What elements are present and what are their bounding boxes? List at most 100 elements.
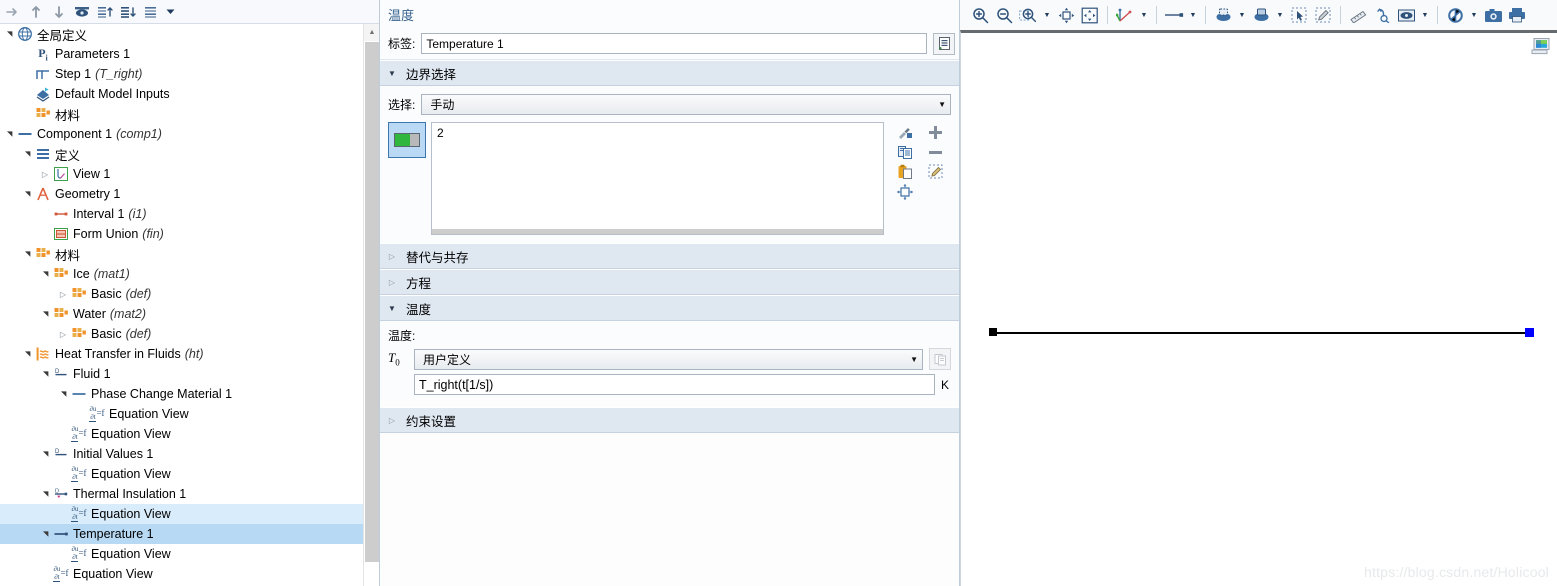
tree-item-equation-view[interactable]: ∂u ∂t=f Equation View (0, 544, 363, 564)
select-all-icon[interactable] (1370, 2, 1394, 28)
measure-icon[interactable] (1346, 2, 1370, 28)
tree-item-equation-view[interactable]: ∂u ∂t=f Equation View (0, 564, 363, 584)
selection-mode-dropdown[interactable]: 手动 ▼ (421, 93, 951, 115)
tree-item-temperature-1[interactable]: Temperature 1 (0, 524, 363, 544)
axis-orientation-dropdown-icon[interactable]: ▼ (1137, 2, 1151, 28)
expand-arrow-icon[interactable] (20, 184, 34, 204)
collapse-selected-icon[interactable] (117, 2, 139, 22)
tree-item-basic[interactable]: Basic(def) (0, 324, 363, 344)
temperature-section-header[interactable]: 温度 (380, 295, 959, 321)
tree-item-材料[interactable]: 材料 (0, 104, 363, 124)
tree-item-ice[interactable]: Ice(mat1) (0, 264, 363, 284)
paste-clipboard-icon[interactable] (889, 162, 920, 182)
zoom-to-selection-icon[interactable] (889, 182, 920, 202)
tree-item-interval-1[interactable]: Interval 1 (i1) (0, 204, 363, 224)
expand-arrow-icon[interactable] (38, 444, 52, 464)
expand-arrow-icon[interactable] (38, 484, 52, 504)
tree-item-geometry-1[interactable]: Geometry 1 (0, 184, 363, 204)
paste-selection-icon[interactable] (889, 122, 920, 142)
refresh-render-dropdown-icon[interactable]: ▼ (1467, 2, 1481, 28)
override-section-header[interactable]: 替代与共存 (380, 243, 959, 269)
list-view-icon[interactable] (140, 2, 162, 22)
expand-arrow-icon[interactable] (20, 244, 34, 264)
constraint-section-header[interactable]: 约束设置 (380, 407, 959, 433)
model-tree-scrollbar[interactable]: ▲ (363, 24, 379, 586)
add-to-selection-icon[interactable] (920, 122, 951, 142)
expand-selected-icon[interactable] (94, 2, 116, 22)
view-visibility-dropdown-icon[interactable]: ▼ (1418, 2, 1432, 28)
temperature-expression-input[interactable]: T_right(t[1/s]) (414, 374, 935, 395)
tree-item-view-1[interactable]: View 1 (0, 164, 363, 184)
zoom-in-icon[interactable] (968, 2, 992, 28)
expand-arrow-icon[interactable] (2, 24, 16, 44)
collapse-all-icon[interactable] (2, 2, 24, 22)
copy-selection-icon[interactable] (889, 142, 920, 162)
refresh-render-icon[interactable] (1443, 2, 1467, 28)
clear-selection-icon[interactable] (920, 162, 951, 182)
expression-editor-icon[interactable] (929, 348, 951, 370)
graphics-window-icon[interactable] (1531, 37, 1551, 55)
geometry-interval-line[interactable] (993, 332, 1529, 334)
tree-item-default-model-inputs[interactable]: Default Model Inputs (0, 84, 363, 104)
transparency-dropdown-icon[interactable]: ▼ (1273, 2, 1287, 28)
label-input[interactable]: Temperature 1 (421, 33, 927, 54)
tree-item-thermal-insulation-1[interactable]: DThermal Insulation 1 (0, 484, 363, 504)
tree-item-equation-view[interactable]: ∂u ∂t=f Equation View (0, 424, 363, 444)
expand-arrow-icon[interactable] (56, 384, 70, 404)
list-view-dropdown-icon[interactable] (163, 2, 177, 22)
transparency-icon[interactable] (1249, 2, 1273, 28)
tree-item-basic[interactable]: Basic(def) (0, 284, 363, 304)
collapse-arrow-icon[interactable] (38, 164, 52, 184)
rename-icon[interactable] (933, 32, 955, 55)
boundary-selection-section-header[interactable]: 边界选择 (380, 60, 959, 86)
scrollbar-thumb[interactable] (365, 42, 379, 562)
collapse-arrow-icon[interactable] (56, 284, 70, 304)
tree-item-water[interactable]: Water(mat2) (0, 304, 363, 324)
tree-item-parameters-1[interactable]: Pi Parameters 1 (0, 44, 363, 64)
active-selection-toggle[interactable] (388, 122, 426, 158)
expand-arrow-icon[interactable] (38, 364, 52, 384)
tree-item-component-1[interactable]: Component 1(comp1) (0, 124, 363, 144)
deselect-box-icon[interactable] (1311, 2, 1335, 28)
tree-item-定义[interactable]: 定义 (0, 144, 363, 164)
select-box-icon[interactable] (1287, 2, 1311, 28)
tree-item-材料[interactable]: 材料 (0, 244, 363, 264)
zoom-out-icon[interactable] (992, 2, 1016, 28)
tree-item-equation-view[interactable]: ∂u ∂t=f Equation View (0, 504, 363, 524)
zoom-extents-icon[interactable] (1054, 2, 1078, 28)
tree-item-equation-view[interactable]: ∂u ∂t=f Equation View (0, 404, 363, 424)
tree-item-step-1[interactable]: Step 1 (T_right) (0, 64, 363, 84)
zoom-to-fit-icon[interactable] (1078, 2, 1102, 28)
tree-item-equation-view[interactable]: ∂u ∂t=f Equation View (0, 464, 363, 484)
selection-listbox[interactable]: 2 (431, 122, 884, 235)
tree-item-initial-values-1[interactable]: DInitial Values 1 (0, 444, 363, 464)
snapshot-icon[interactable] (1481, 2, 1505, 28)
expand-arrow-icon[interactable] (20, 344, 34, 364)
graphics-canvas[interactable]: https://blog.csdn.net/Holicool (960, 30, 1557, 586)
scene-light-dropdown-icon[interactable]: ▼ (1235, 2, 1249, 28)
remove-from-selection-icon[interactable] (920, 142, 951, 162)
expand-arrow-icon[interactable] (20, 144, 34, 164)
expand-arrow-icon[interactable] (38, 264, 52, 284)
expand-arrow-icon[interactable] (38, 524, 52, 544)
equation-section-header[interactable]: 方程 (380, 269, 959, 295)
print-icon[interactable] (1505, 2, 1529, 28)
tree-item-form-union[interactable]: Form Union (fin) (0, 224, 363, 244)
zoom-box-dropdown-icon[interactable]: ▼ (1040, 2, 1054, 28)
move-up-icon[interactable] (25, 2, 47, 22)
zoom-box-icon[interactable] (1016, 2, 1040, 28)
expand-arrow-icon[interactable] (38, 304, 52, 324)
move-down-icon[interactable] (48, 2, 70, 22)
tree-item-fluid-1[interactable]: DFluid 1 (0, 364, 363, 384)
tree-item-全局定义[interactable]: 全局定义 (0, 24, 363, 44)
tree-item-phase-change-material-1[interactable]: Phase Change Material 1 (0, 384, 363, 404)
show-hide-icon[interactable] (71, 2, 93, 22)
line-point-render-dropdown-icon[interactable]: ▼ (1186, 2, 1200, 28)
selection-list-hscrollbar[interactable] (432, 229, 883, 234)
geometry-point-right-selected[interactable] (1525, 328, 1534, 337)
t0-type-dropdown[interactable]: 用户定义 ▼ (414, 348, 923, 370)
collapse-arrow-icon[interactable] (56, 324, 70, 344)
scene-light-icon[interactable] (1211, 2, 1235, 28)
tree-item-heat-transfer-in-fluids[interactable]: Heat Transfer in Fluids(ht) (0, 344, 363, 364)
expand-arrow-icon[interactable] (2, 124, 16, 144)
